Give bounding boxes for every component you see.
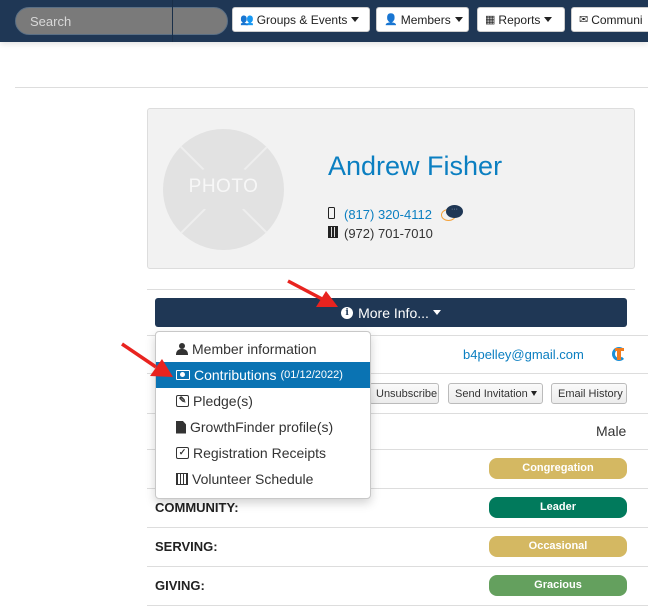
group-icon: 👥 [240, 14, 254, 26]
giving-badge: Gracious [489, 575, 627, 596]
more-info-label: More Info... [358, 304, 429, 321]
divider [147, 527, 648, 528]
communications-label: Communi [591, 12, 643, 27]
envelope-icon: ✉ [579, 14, 589, 26]
members-label: Members [400, 12, 451, 27]
menu-item-label: Registration Receipts [193, 445, 327, 461]
send-invitation-button[interactable]: Send Invitation [448, 383, 543, 404]
caret-down-icon [432, 310, 441, 315]
text-message-icon[interactable]: ··· [440, 205, 463, 223]
divider [147, 289, 635, 290]
church-tools-logo-icon[interactable] [612, 346, 626, 362]
communications-menu-button[interactable]: ✉ Communi [571, 7, 648, 32]
community-label: COMMUNITY: [155, 500, 239, 515]
caret-down-icon [544, 17, 553, 22]
menu-item-growthfinder-profiles[interactable]: GrowthFinder profile(s) [156, 414, 370, 440]
serving-badge: Occasional [489, 536, 627, 557]
annotation-arrow-icon [287, 279, 338, 307]
file-icon [176, 420, 186, 434]
groups-events-menu-button[interactable]: 👥 Groups & Events [232, 7, 370, 32]
menu-item-pledges[interactable]: ✎ Pledge(s) [156, 388, 370, 414]
unsubscribe-label: Unsubscribe [376, 387, 438, 400]
search-input[interactable] [15, 7, 228, 35]
divider [147, 605, 648, 606]
contribution-date: (01/12/2022) [280, 369, 343, 381]
groups-events-label: Groups & Events [256, 12, 348, 27]
menu-item-member-information[interactable]: Member information [156, 336, 370, 362]
caret-down-icon [351, 17, 360, 22]
member-name[interactable]: Andrew Fisher [328, 151, 502, 182]
menu-item-label: Volunteer Schedule [192, 471, 314, 487]
photo-placeholder[interactable]: PHOTO [163, 129, 284, 250]
reports-menu-button[interactable]: ▦ Reports [477, 7, 565, 32]
menu-item-label: GrowthFinder profile(s) [190, 419, 334, 435]
building-icon [328, 226, 340, 241]
photo-label: PHOTO [188, 176, 259, 197]
caret-down-icon [530, 391, 537, 396]
menu-item-label: Pledge(s) [193, 393, 253, 409]
menu-item-label: Contributions [194, 367, 277, 383]
email-link[interactable]: b4pelley@gmail.com [463, 347, 584, 362]
table-icon: ▦ [485, 14, 496, 26]
edit-icon: ✎ [176, 395, 189, 407]
engagement-badge: Congregation [489, 458, 627, 479]
check-square-icon: ✓ [176, 447, 189, 459]
user-icon: 👤 [384, 14, 398, 26]
calendar-icon [176, 473, 188, 485]
menu-item-contributions[interactable]: Contributions (01/12/2022) [156, 362, 370, 388]
menu-item-volunteer-schedule[interactable]: Volunteer Schedule [156, 466, 370, 492]
mobile-phone-icon [328, 206, 340, 222]
top-navbar: 👥 Groups & Events 👤 Members ▦ Reports ✉ … [0, 0, 648, 42]
members-menu-button[interactable]: 👤 Members [376, 7, 469, 32]
giving-label: GIVING: [155, 578, 205, 593]
reports-label: Reports [498, 12, 541, 27]
menu-item-registration-receipts[interactable]: ✓ Registration Receipts [156, 440, 370, 466]
more-info-dropdown: Member information Contributions (01/12/… [155, 331, 371, 499]
menu-item-label: Member information [192, 341, 317, 357]
community-badge: Leader [489, 497, 627, 518]
annotation-arrow-icon [121, 342, 173, 377]
gender-value: Male [596, 423, 627, 439]
mobile-phone-row: (817) 320-4112 ··· [328, 205, 463, 223]
unsubscribe-button[interactable]: Unsubscribe [369, 383, 439, 404]
profile-card: PHOTO Andrew Fisher (817) 320-4112 ··· (… [147, 108, 635, 269]
more-info-button[interactable]: i More Info... [155, 298, 627, 327]
office-phone: (972) 701-7010 [344, 226, 433, 241]
navbar-divider [172, 0, 173, 42]
mobile-phone-link[interactable]: (817) 320-4112 [344, 207, 432, 222]
email-history-label: Email History [558, 387, 623, 400]
divider [147, 566, 648, 567]
divider [15, 87, 648, 88]
send-invitation-label: Send Invitation [455, 387, 528, 400]
office-phone-row: (972) 701-7010 [328, 226, 433, 241]
caret-down-icon [454, 17, 463, 22]
serving-label: SERVING: [155, 539, 218, 554]
email-history-button[interactable]: Email History [551, 383, 627, 404]
